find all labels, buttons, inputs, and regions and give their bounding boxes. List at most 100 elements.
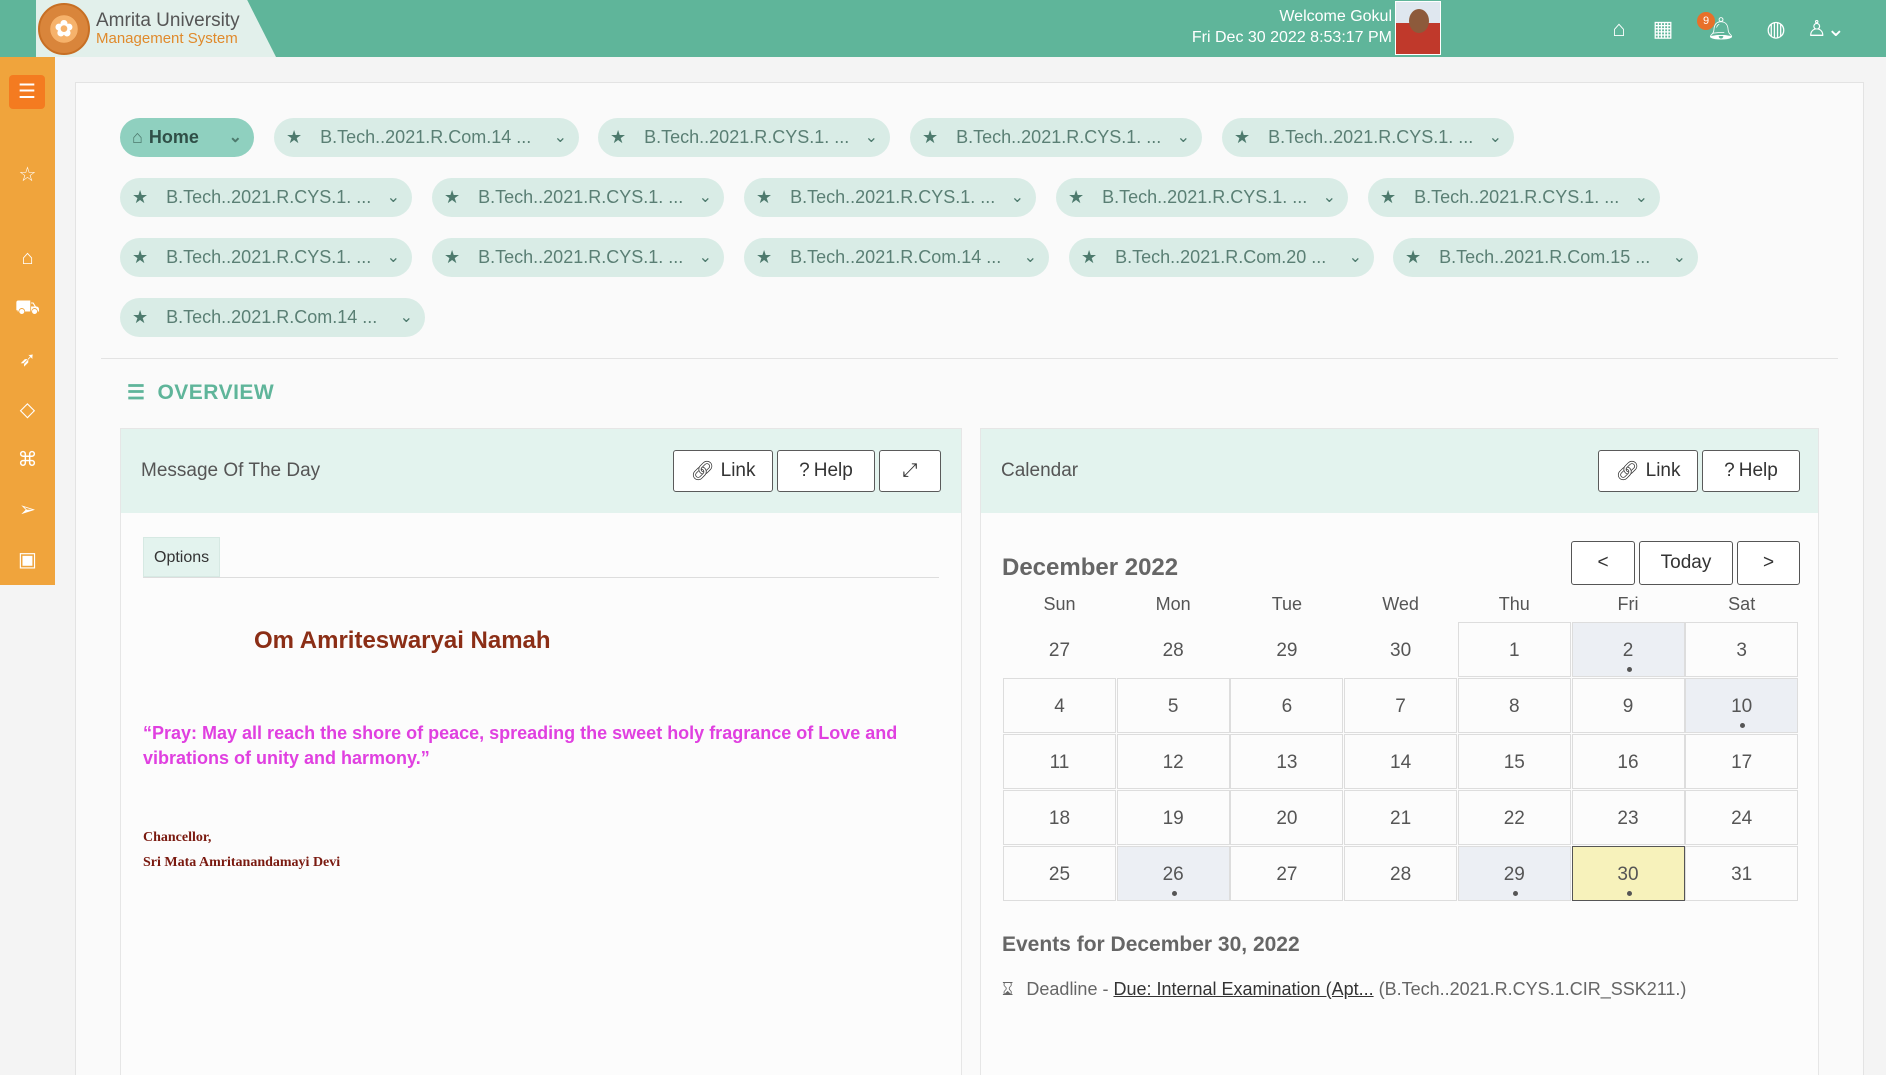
calendar-day[interactable]: 22: [1457, 790, 1571, 845]
event-link[interactable]: Due: Internal Examination (Apt...: [1113, 979, 1373, 999]
calendar-day[interactable]: 4: [1003, 678, 1116, 733]
chip-course[interactable]: ★ B.Tech..2021.R.CYS.1. ... ⌄: [120, 238, 412, 277]
calendar-day[interactable]: 25: [1003, 846, 1116, 901]
rocket-icon[interactable]: ➶: [0, 347, 55, 372]
calendar-day[interactable]: 26: [1116, 846, 1230, 901]
calendar-day[interactable]: 5: [1116, 678, 1230, 733]
calendar-day[interactable]: 6: [1230, 678, 1344, 733]
cart-icon[interactable]: ⛟: [0, 297, 55, 322]
chip-course[interactable]: ★ B.Tech..2021.R.CYS.1. ... ⌄: [744, 178, 1036, 217]
calendar-day[interactable]: 18: [1003, 790, 1116, 845]
prev-month-button[interactable]: <: [1571, 541, 1635, 585]
chevron-down-icon[interactable]: ⌄: [1635, 187, 1648, 207]
tab-options[interactable]: Options: [143, 537, 221, 577]
chevron-down-icon[interactable]: ⌄: [1024, 247, 1037, 267]
calendar-day[interactable]: 17: [1685, 734, 1799, 789]
chevron-down-icon[interactable]: ⌄: [387, 247, 400, 267]
chevron-down-icon[interactable]: ⌄: [1489, 127, 1502, 147]
next-month-button[interactable]: >: [1737, 541, 1800, 585]
calendar-day[interactable]: 3: [1685, 622, 1799, 677]
chip-course[interactable]: ★ B.Tech..2021.R.CYS.1. ... ⌄: [120, 178, 412, 217]
chevron-down-icon[interactable]: ⌄: [699, 247, 712, 267]
chevron-down-icon[interactable]: ⌄: [865, 127, 878, 147]
chip-course[interactable]: ★ B.Tech..2021.R.CYS.1. ... ⌄: [1222, 118, 1514, 157]
calendar-day[interactable]: 23: [1571, 790, 1685, 845]
motd-link-button[interactable]: 🔗︎ Link: [673, 450, 773, 492]
chevron-down-icon[interactable]: ⌄: [1011, 187, 1024, 207]
day-number: 7: [1395, 696, 1406, 717]
chip-course[interactable]: ★ B.Tech..2021.R.CYS.1. ... ⌄: [1368, 178, 1660, 217]
calendar-day[interactable]: 14: [1344, 734, 1458, 789]
calendar-day[interactable]: 8: [1457, 678, 1571, 733]
apps-grid-icon[interactable]: ▦: [1650, 16, 1676, 42]
today-button[interactable]: Today: [1639, 541, 1733, 585]
calendar-day[interactable]: 12: [1116, 734, 1230, 789]
welcome-block: Welcome Gokul Fri Dec 30 2022 8:53:17 PM: [1192, 6, 1392, 48]
chevron-down-icon[interactable]: ⌄: [1177, 127, 1190, 147]
user-menu-icon[interactable]: ♙⌄: [1806, 16, 1846, 42]
chip-course[interactable]: ★ B.Tech..2021.R.Com.14 ... ⌄: [744, 238, 1049, 277]
chip-course[interactable]: ★ B.Tech..2021.R.Com.20 ... ⌄: [1069, 238, 1374, 277]
brand[interactable]: ✿ Amrita University Management System: [36, 0, 276, 57]
calendar-day[interactable]: 15: [1457, 734, 1571, 789]
star-icon[interactable]: ☆: [0, 162, 55, 187]
calendar-help-button[interactable]: ? Help: [1702, 450, 1800, 492]
chevron-down-icon[interactable]: ⌄: [387, 187, 400, 207]
calendar-title: Calendar: [1001, 460, 1079, 481]
calendar-day[interactable]: 29: [1230, 622, 1343, 677]
chevron-down-icon[interactable]: ⌄: [1349, 247, 1362, 267]
chip-course[interactable]: ★ B.Tech..2021.R.CYS.1. ... ⌄: [910, 118, 1202, 157]
calendar-day[interactable]: 28: [1117, 622, 1230, 677]
chevron-down-icon[interactable]: ⌄: [1323, 187, 1336, 207]
chevron-down-icon[interactable]: ⌄: [229, 127, 242, 147]
calendar-day[interactable]: 29: [1457, 846, 1571, 901]
calendar-day[interactable]: 19: [1116, 790, 1230, 845]
calendar-day[interactable]: 21: [1344, 790, 1458, 845]
chip-course[interactable]: ★ B.Tech..2021.R.CYS.1. ... ⌄: [598, 118, 890, 157]
calendar-day[interactable]: 30: [1571, 846, 1685, 901]
calendar-day[interactable]: 9: [1571, 678, 1685, 733]
calendar-day[interactable]: 1: [1457, 622, 1571, 677]
chip-course[interactable]: ★ B.Tech..2021.R.CYS.1. ... ⌄: [1056, 178, 1348, 217]
calendar-day[interactable]: 28: [1344, 846, 1458, 901]
calendar-day[interactable]: 30: [1344, 622, 1457, 677]
menu-icon[interactable]: ☰: [9, 75, 45, 109]
chevron-down-icon[interactable]: ⌄: [554, 127, 567, 147]
home-icon[interactable]: ⌂: [0, 247, 55, 270]
motd-quote: “Pray: May all reach the shore of peace,…: [143, 723, 898, 768]
chevron-down-icon[interactable]: ⌄: [1673, 247, 1686, 267]
star-icon: ★: [610, 127, 627, 147]
calendar-day[interactable]: 24: [1685, 790, 1799, 845]
star-icon: ★: [1068, 187, 1085, 207]
expand-button[interactable]: ⤢: [879, 450, 941, 492]
chip-course[interactable]: ★ B.Tech..2021.R.Com.14 ... ⌄: [120, 298, 425, 337]
diamond-icon[interactable]: ◇: [0, 397, 55, 422]
chip-course[interactable]: ★ B.Tech..2021.R.Com.15 ... ⌄: [1393, 238, 1698, 277]
motd-help-button[interactable]: ? Help: [777, 450, 875, 492]
chip-course[interactable]: ★ B.Tech..2021.R.CYS.1. ... ⌄: [432, 178, 724, 217]
events-title: Events for December 30, 2022: [1002, 933, 1300, 956]
calendar-day[interactable]: 31: [1685, 846, 1799, 901]
calendar-link-button[interactable]: 🔗︎ Link: [1598, 450, 1698, 492]
tag-icon[interactable]: ⌘: [0, 447, 55, 472]
calendar-day[interactable]: 11: [1003, 734, 1116, 789]
calendar-day[interactable]: 2: [1571, 622, 1685, 677]
avatar[interactable]: [1395, 1, 1441, 55]
chip-course[interactable]: ★ B.Tech..2021.R.CYS.1. ... ⌄: [432, 238, 724, 277]
send-icon[interactable]: ➢: [0, 497, 55, 522]
calendar-day[interactable]: 20: [1230, 790, 1344, 845]
home-icon[interactable]: ⌂: [1606, 16, 1632, 42]
calendar-day[interactable]: 13: [1230, 734, 1344, 789]
overview-title: OVERVIEW: [157, 380, 275, 404]
chip-home[interactable]: ⌂ Home ⌄: [120, 118, 254, 157]
calendar-day[interactable]: 27: [1230, 846, 1344, 901]
chevron-down-icon[interactable]: ⌄: [400, 307, 413, 327]
calendar-day[interactable]: 7: [1344, 678, 1458, 733]
calendar-day[interactable]: 27: [1003, 622, 1116, 677]
chip-course[interactable]: ★ B.Tech..2021.R.Com.14 ... ⌄: [274, 118, 579, 157]
chevron-down-icon[interactable]: ⌄: [699, 187, 712, 207]
calendar-day[interactable]: 10: [1685, 678, 1799, 733]
globe-icon[interactable]: ◍: [1763, 16, 1789, 42]
briefcase-icon[interactable]: ▣: [0, 547, 55, 572]
calendar-day[interactable]: 16: [1571, 734, 1685, 789]
